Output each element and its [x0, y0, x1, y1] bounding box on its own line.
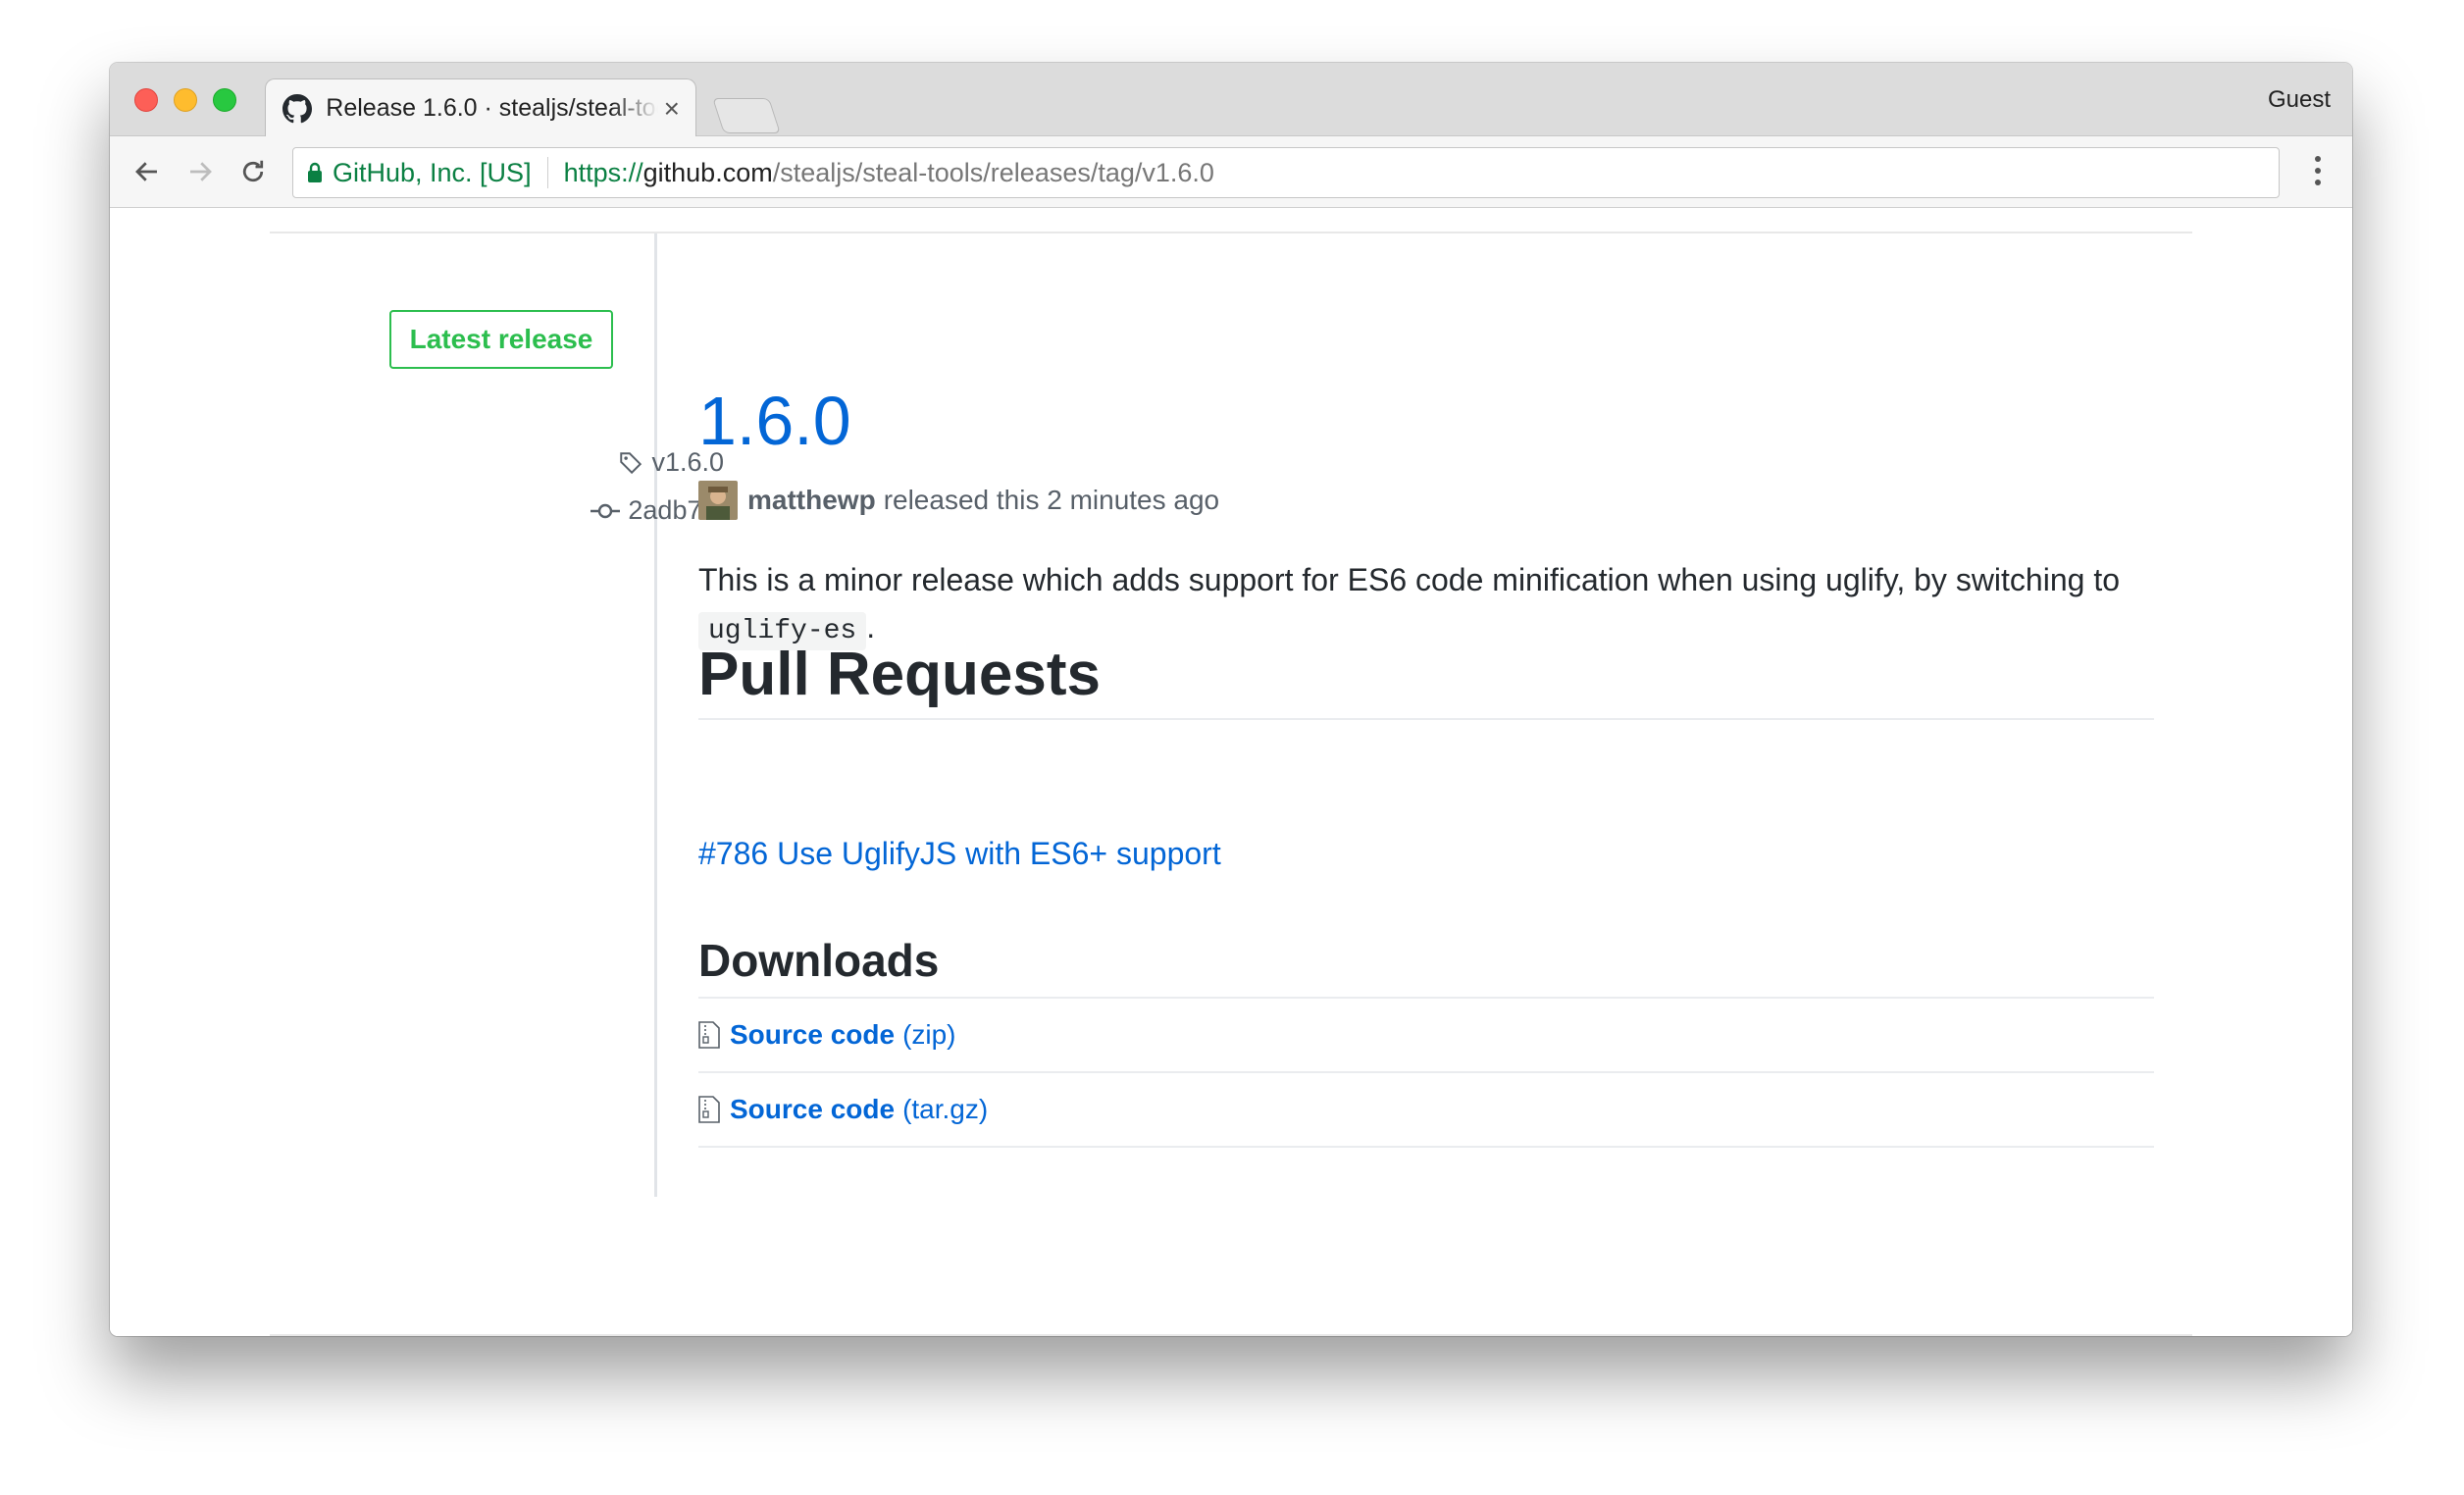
- release-notes-text: This is a minor release which adds suppo…: [698, 562, 2120, 597]
- browser-menu-icon[interactable]: [2315, 156, 2323, 191]
- latest-release-badge: Latest release: [389, 310, 613, 369]
- profile-button[interactable]: Guest: [2268, 86, 2331, 114]
- browser-toolbar: GitHub, Inc. [US] https://github.com/ste…: [110, 136, 2352, 208]
- tab-title: Release 1.6.0 · stealjs/steal-tools: [326, 94, 658, 122]
- timeline-line: [654, 233, 657, 1197]
- url-host: github.com: [642, 157, 773, 187]
- released-time: released this 2 minutes ago: [883, 485, 1220, 515]
- url-path: /stealjs/steal-tools/releases/tag/v1.6.0: [772, 157, 1214, 187]
- security-label: GitHub, Inc. [US]: [333, 157, 532, 187]
- release-title[interactable]: 1.6.0: [698, 387, 851, 455]
- download-ext: (tar.gz): [902, 1094, 989, 1124]
- minimize-window-button[interactable]: [174, 88, 197, 112]
- github-icon: [282, 93, 312, 125]
- download-zip-link[interactable]: Source code (zip): [698, 999, 2154, 1071]
- title-bar: Release 1.6.0 · stealjs/steal-tools × Gu…: [110, 63, 2352, 137]
- new-tab-button[interactable]: [712, 98, 781, 133]
- lock-icon: [307, 162, 323, 183]
- pull-requests-heading: Pull Requests: [698, 641, 1101, 708]
- release-byline: matthewp released this 2 minutes ago: [698, 481, 1219, 520]
- forward-arrow-icon[interactable]: [182, 154, 218, 189]
- url-scheme: https://: [563, 157, 643, 187]
- omnibox-separator: [546, 157, 548, 188]
- reload-icon[interactable]: [235, 154, 271, 189]
- avatar[interactable]: [698, 481, 738, 520]
- tab-release[interactable]: Release 1.6.0 · stealjs/steal-tools ×: [265, 78, 696, 137]
- file-zip-icon: [698, 1021, 720, 1049]
- page-content: Latest release v1.6.0 2adb7f6 1.6.0 matt…: [110, 208, 2352, 1336]
- pull-request-link[interactable]: #786 Use UglifyJS with ES6+ support: [698, 836, 1221, 872]
- back-arrow-icon[interactable]: [129, 154, 165, 189]
- close-window-button[interactable]: [134, 88, 158, 112]
- downloads-end-rule: [698, 1146, 2154, 1148]
- secure-indicator[interactable]: GitHub, Inc. [US]: [307, 158, 532, 188]
- divider-top: [270, 232, 2192, 233]
- commit-icon: [590, 501, 621, 521]
- browser-window: Release 1.6.0 · stealjs/steal-tools × Gu…: [110, 63, 2352, 1336]
- download-label: Source code: [730, 1094, 896, 1124]
- tab-close-icon[interactable]: ×: [664, 94, 680, 123]
- downloads-heading: Downloads: [698, 935, 940, 986]
- download-ext: (zip): [902, 1019, 956, 1050]
- heading-rule: [698, 718, 2154, 720]
- download-targz-link[interactable]: Source code (tar.gz): [698, 1073, 2154, 1146]
- download-label: Source code: [730, 1019, 896, 1050]
- maximize-window-button[interactable]: [213, 88, 236, 112]
- tag-icon: [618, 450, 643, 476]
- author-link[interactable]: matthewp: [747, 485, 876, 516]
- file-zip-icon: [698, 1096, 720, 1123]
- divider-bottom: [270, 1334, 2192, 1336]
- address-bar[interactable]: GitHub, Inc. [US] https://github.com/ste…: [292, 147, 2280, 198]
